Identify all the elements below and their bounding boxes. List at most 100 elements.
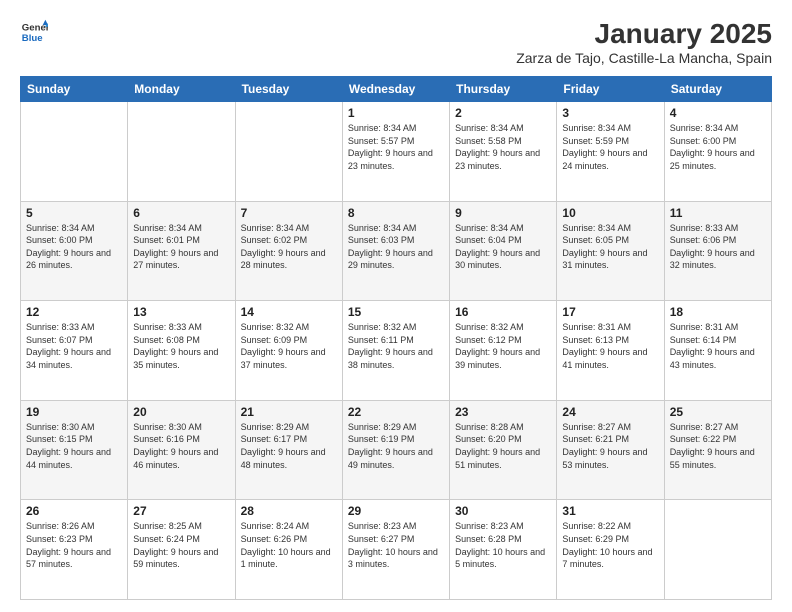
main-title: January 2025 — [516, 18, 772, 50]
header-thursday: Thursday — [450, 77, 557, 102]
calendar-cell-w1-d6: 11 Sunrise: 8:33 AM Sunset: 6:06 PM Dayli… — [664, 201, 771, 301]
day-number: 28 — [241, 504, 337, 518]
day-info: Sunrise: 8:25 AM Sunset: 6:24 PM Dayligh… — [133, 520, 229, 570]
calendar-cell-w4-d1: 27 Sunrise: 8:25 AM Sunset: 6:24 PM Dayli… — [128, 500, 235, 600]
calendar-cell-w4-d4: 30 Sunrise: 8:23 AM Sunset: 6:28 PM Dayli… — [450, 500, 557, 600]
day-number: 26 — [26, 504, 122, 518]
day-info: Sunrise: 8:27 AM Sunset: 6:21 PM Dayligh… — [562, 421, 658, 471]
day-number: 4 — [670, 106, 766, 120]
day-number: 29 — [348, 504, 444, 518]
calendar-cell-w1-d5: 10Sunrise: 8:34 AM Sunset: 6:05 PM Dayli… — [557, 201, 664, 301]
day-number: 18 — [670, 305, 766, 319]
day-number: 3 — [562, 106, 658, 120]
day-number: 20 — [133, 405, 229, 419]
calendar-cell-w2-d1: 13 Sunrise: 8:33 AM Sunset: 6:08 PM Dayli… — [128, 301, 235, 401]
calendar-cell-w0-d6: 4 Sunrise: 8:34 AM Sunset: 6:00 PM Daylig… — [664, 102, 771, 202]
day-info: Sunrise: 8:34 AM Sunset: 6:05 PM Dayligh… — [562, 222, 658, 272]
header-saturday: Saturday — [664, 77, 771, 102]
week-row-0: 1Sunrise: 8:34 AM Sunset: 5:57 PM Daylig… — [21, 102, 772, 202]
day-info: Sunrise: 8:30 AM Sunset: 6:15 PM Dayligh… — [26, 421, 122, 471]
header-tuesday: Tuesday — [235, 77, 342, 102]
day-info: Sunrise: 8:24 AM Sunset: 6:26 PM Dayligh… — [241, 520, 337, 570]
calendar-cell-w3-d1: 20 Sunrise: 8:30 AM Sunset: 6:16 PM Dayli… — [128, 400, 235, 500]
day-info: Sunrise: 8:34 AM Sunset: 6:02 PM Dayligh… — [241, 222, 337, 272]
calendar-cell-w3-d0: 19 Sunrise: 8:30 AM Sunset: 6:15 PM Dayli… — [21, 400, 128, 500]
header-sunday: Sunday — [21, 77, 128, 102]
calendar-cell-w2-d5: 17Sunrise: 8:31 AM Sunset: 6:13 PM Dayli… — [557, 301, 664, 401]
subtitle: Zarza de Tajo, Castille-La Mancha, Spain — [516, 50, 772, 66]
day-number: 25 — [670, 405, 766, 419]
calendar-cell-w4-d3: 29 Sunrise: 8:23 AM Sunset: 6:27 PM Dayli… — [342, 500, 449, 600]
day-number: 23 — [455, 405, 551, 419]
day-info: Sunrise: 8:31 AM Sunset: 6:13 PM Dayligh… — [562, 321, 658, 371]
day-info: Sunrise: 8:34 AM Sunset: 5:57 PM Dayligh… — [348, 122, 444, 172]
calendar-cell-w1-d2: 7 Sunrise: 8:34 AM Sunset: 6:02 PM Daylig… — [235, 201, 342, 301]
day-number: 30 — [455, 504, 551, 518]
calendar-cell-w3-d5: 24Sunrise: 8:27 AM Sunset: 6:21 PM Dayli… — [557, 400, 664, 500]
day-number: 6 — [133, 206, 229, 220]
day-number: 7 — [241, 206, 337, 220]
calendar-cell-w2-d0: 12 Sunrise: 8:33 AM Sunset: 6:07 PM Dayli… — [21, 301, 128, 401]
header-friday: Friday — [557, 77, 664, 102]
calendar-cell-w1-d3: 8 Sunrise: 8:34 AM Sunset: 6:03 PM Daylig… — [342, 201, 449, 301]
calendar-cell-w0-d2 — [235, 102, 342, 202]
day-info: Sunrise: 8:34 AM Sunset: 6:01 PM Dayligh… — [133, 222, 229, 272]
day-info: Sunrise: 8:23 AM Sunset: 6:28 PM Dayligh… — [455, 520, 551, 570]
title-block: January 2025 Zarza de Tajo, Castille-La … — [516, 18, 772, 66]
calendar-cell-w2-d4: 16Sunrise: 8:32 AM Sunset: 6:12 PM Dayli… — [450, 301, 557, 401]
day-info: Sunrise: 8:34 AM Sunset: 6:03 PM Dayligh… — [348, 222, 444, 272]
day-info: Sunrise: 8:32 AM Sunset: 6:09 PM Dayligh… — [241, 321, 337, 371]
day-number: 21 — [241, 405, 337, 419]
day-number: 15 — [348, 305, 444, 319]
calendar-cell-w1-d4: 9Sunrise: 8:34 AM Sunset: 6:04 PM Daylig… — [450, 201, 557, 301]
day-info: Sunrise: 8:23 AM Sunset: 6:27 PM Dayligh… — [348, 520, 444, 570]
calendar-cell-w4-d5: 31Sunrise: 8:22 AM Sunset: 6:29 PM Dayli… — [557, 500, 664, 600]
week-row-4: 26 Sunrise: 8:26 AM Sunset: 6:23 PM Dayli… — [21, 500, 772, 600]
day-number: 8 — [348, 206, 444, 220]
day-number: 14 — [241, 305, 337, 319]
day-number: 5 — [26, 206, 122, 220]
week-row-1: 5Sunrise: 8:34 AM Sunset: 6:00 PM Daylig… — [21, 201, 772, 301]
calendar-cell-w1-d1: 6 Sunrise: 8:34 AM Sunset: 6:01 PM Daylig… — [128, 201, 235, 301]
calendar-cell-w2-d3: 15 Sunrise: 8:32 AM Sunset: 6:11 PM Dayli… — [342, 301, 449, 401]
calendar-cell-w3-d2: 21 Sunrise: 8:29 AM Sunset: 6:17 PM Dayli… — [235, 400, 342, 500]
header-monday: Monday — [128, 77, 235, 102]
day-info: Sunrise: 8:32 AM Sunset: 6:12 PM Dayligh… — [455, 321, 551, 371]
calendar-cell-w4-d0: 26 Sunrise: 8:26 AM Sunset: 6:23 PM Dayli… — [21, 500, 128, 600]
day-info: Sunrise: 8:32 AM Sunset: 6:11 PM Dayligh… — [348, 321, 444, 371]
day-number: 13 — [133, 305, 229, 319]
day-info: Sunrise: 8:28 AM Sunset: 6:20 PM Dayligh… — [455, 421, 551, 471]
day-info: Sunrise: 8:34 AM Sunset: 6:00 PM Dayligh… — [670, 122, 766, 172]
day-number: 22 — [348, 405, 444, 419]
day-number: 11 — [670, 206, 766, 220]
day-info: Sunrise: 8:27 AM Sunset: 6:22 PM Dayligh… — [670, 421, 766, 471]
calendar-cell-w2-d6: 18Sunrise: 8:31 AM Sunset: 6:14 PM Dayli… — [664, 301, 771, 401]
day-number: 12 — [26, 305, 122, 319]
logo: General Blue — [20, 18, 48, 46]
weekday-header-row: Sunday Monday Tuesday Wednesday Thursday… — [21, 77, 772, 102]
day-info: Sunrise: 8:30 AM Sunset: 6:16 PM Dayligh… — [133, 421, 229, 471]
week-row-3: 19 Sunrise: 8:30 AM Sunset: 6:15 PM Dayli… — [21, 400, 772, 500]
calendar-cell-w0-d3: 1Sunrise: 8:34 AM Sunset: 5:57 PM Daylig… — [342, 102, 449, 202]
day-info: Sunrise: 8:34 AM Sunset: 5:58 PM Dayligh… — [455, 122, 551, 172]
week-row-2: 12 Sunrise: 8:33 AM Sunset: 6:07 PM Dayli… — [21, 301, 772, 401]
calendar-cell-w0-d4: 2 Sunrise: 8:34 AM Sunset: 5:58 PM Daylig… — [450, 102, 557, 202]
calendar-table: Sunday Monday Tuesday Wednesday Thursday… — [20, 76, 772, 600]
day-info: Sunrise: 8:33 AM Sunset: 6:08 PM Dayligh… — [133, 321, 229, 371]
day-info: Sunrise: 8:29 AM Sunset: 6:17 PM Dayligh… — [241, 421, 337, 471]
logo-icon: General Blue — [20, 18, 48, 46]
calendar-cell-w0-d5: 3Sunrise: 8:34 AM Sunset: 5:59 PM Daylig… — [557, 102, 664, 202]
calendar-cell-w3-d3: 22 Sunrise: 8:29 AM Sunset: 6:19 PM Dayli… — [342, 400, 449, 500]
day-info: Sunrise: 8:33 AM Sunset: 6:07 PM Dayligh… — [26, 321, 122, 371]
calendar-cell-w4-d2: 28 Sunrise: 8:24 AM Sunset: 6:26 PM Dayli… — [235, 500, 342, 600]
calendar-cell-w4-d6 — [664, 500, 771, 600]
calendar-cell-w0-d0 — [21, 102, 128, 202]
day-info: Sunrise: 8:33 AM Sunset: 6:06 PM Dayligh… — [670, 222, 766, 272]
day-info: Sunrise: 8:29 AM Sunset: 6:19 PM Dayligh… — [348, 421, 444, 471]
header-wednesday: Wednesday — [342, 77, 449, 102]
day-info: Sunrise: 8:22 AM Sunset: 6:29 PM Dayligh… — [562, 520, 658, 570]
day-info: Sunrise: 8:26 AM Sunset: 6:23 PM Dayligh… — [26, 520, 122, 570]
day-number: 19 — [26, 405, 122, 419]
day-number: 27 — [133, 504, 229, 518]
day-number: 2 — [455, 106, 551, 120]
